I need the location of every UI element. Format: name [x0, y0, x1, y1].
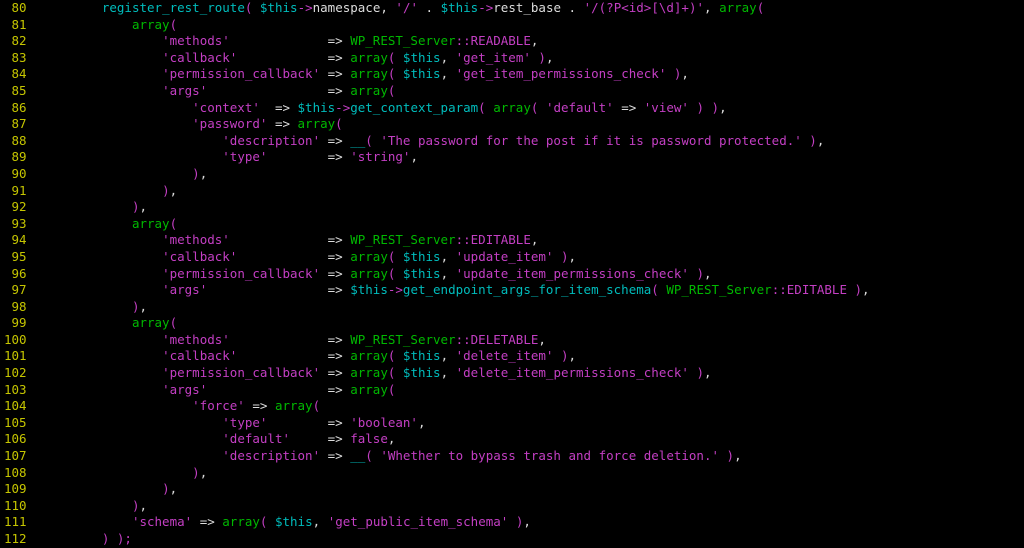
- line-number: 86: [4, 100, 42, 115]
- code-line: 108 ),: [4, 465, 207, 480]
- code-editor[interactable]: 80 register_rest_route( $this->namespace…: [0, 0, 1024, 548]
- line-number: 85: [4, 83, 42, 98]
- line-number: 110: [4, 498, 42, 513]
- code-line: 104 'force' => array(: [4, 398, 320, 413]
- line-number: 82: [4, 33, 42, 48]
- line-number: 97: [4, 282, 42, 297]
- line-number: 99: [4, 315, 42, 330]
- line-number: 83: [4, 50, 42, 65]
- code-line: 91 ),: [4, 183, 177, 198]
- code-line: 98 ),: [4, 299, 147, 314]
- line-number: 101: [4, 348, 42, 363]
- code-line: 85 'args' => array(: [4, 83, 395, 98]
- code-line: 94 'methods' => WP_REST_Server::EDITABLE…: [4, 232, 538, 247]
- line-number: 89: [4, 149, 42, 164]
- line-number: 95: [4, 249, 42, 264]
- line-number: 108: [4, 465, 42, 480]
- line-number: 90: [4, 166, 42, 181]
- line-number: 92: [4, 199, 42, 214]
- code-line: 95 'callback' => array( $this, 'update_i…: [4, 249, 576, 264]
- code-line: 100 'methods' => WP_REST_Server::DELETAB…: [4, 332, 546, 347]
- code-line: 87 'password' => array(: [4, 116, 343, 131]
- code-line: 82 'methods' => WP_REST_Server::READABLE…: [4, 33, 538, 48]
- line-number: 107: [4, 448, 42, 463]
- code-line: 105 'type' => 'boolean',: [4, 415, 425, 430]
- line-number: 109: [4, 481, 42, 496]
- code-line: 89 'type' => 'string',: [4, 149, 418, 164]
- line-number: 87: [4, 116, 42, 131]
- code-line: 88 'description' => __( 'The password fo…: [4, 133, 824, 148]
- line-number: 94: [4, 232, 42, 247]
- line-number: 96: [4, 266, 42, 281]
- line-number: 93: [4, 216, 42, 231]
- line-number: 100: [4, 332, 42, 347]
- code-line: 101 'callback' => array( $this, 'delete_…: [4, 348, 576, 363]
- code-line: 102 'permission_callback' => array( $thi…: [4, 365, 712, 380]
- code-line: 80 register_rest_route( $this->namespace…: [4, 0, 764, 15]
- line-number: 106: [4, 431, 42, 446]
- code-line: 110 ),: [4, 498, 147, 513]
- code-line: 81 array(: [4, 17, 177, 32]
- code-line: 92 ),: [4, 199, 147, 214]
- code-line: 111 'schema' => array( $this, 'get_publi…: [4, 514, 531, 529]
- code-line: 84 'permission_callback' => array( $this…: [4, 66, 689, 81]
- line-number: 102: [4, 365, 42, 380]
- line-number: 84: [4, 66, 42, 81]
- line-number: 111: [4, 514, 42, 529]
- code-line: 112 ) );: [4, 531, 132, 546]
- code-line: 109 ),: [4, 481, 177, 496]
- line-number: 88: [4, 133, 42, 148]
- code-line: 90 ),: [4, 166, 207, 181]
- line-number: 81: [4, 17, 42, 32]
- line-number: 105: [4, 415, 42, 430]
- line-number: 112: [4, 531, 42, 546]
- code-line: 86 'context' => $this->get_context_param…: [4, 100, 727, 115]
- line-number: 91: [4, 183, 42, 198]
- code-line: 97 'args' => $this->get_endpoint_args_fo…: [4, 282, 870, 297]
- line-number: 104: [4, 398, 42, 413]
- code-line: 83 'callback' => array( $this, 'get_item…: [4, 50, 553, 65]
- line-number: 98: [4, 299, 42, 314]
- code-line: 106 'default' => false,: [4, 431, 395, 446]
- code-line: 99 array(: [4, 315, 177, 330]
- code-line: 93 array(: [4, 216, 177, 231]
- line-number: 80: [4, 0, 42, 15]
- code-line: 107 'description' => __( 'Whether to byp…: [4, 448, 742, 463]
- code-line: 103 'args' => array(: [4, 382, 395, 397]
- line-number: 103: [4, 382, 42, 397]
- code-line: 96 'permission_callback' => array( $this…: [4, 266, 712, 281]
